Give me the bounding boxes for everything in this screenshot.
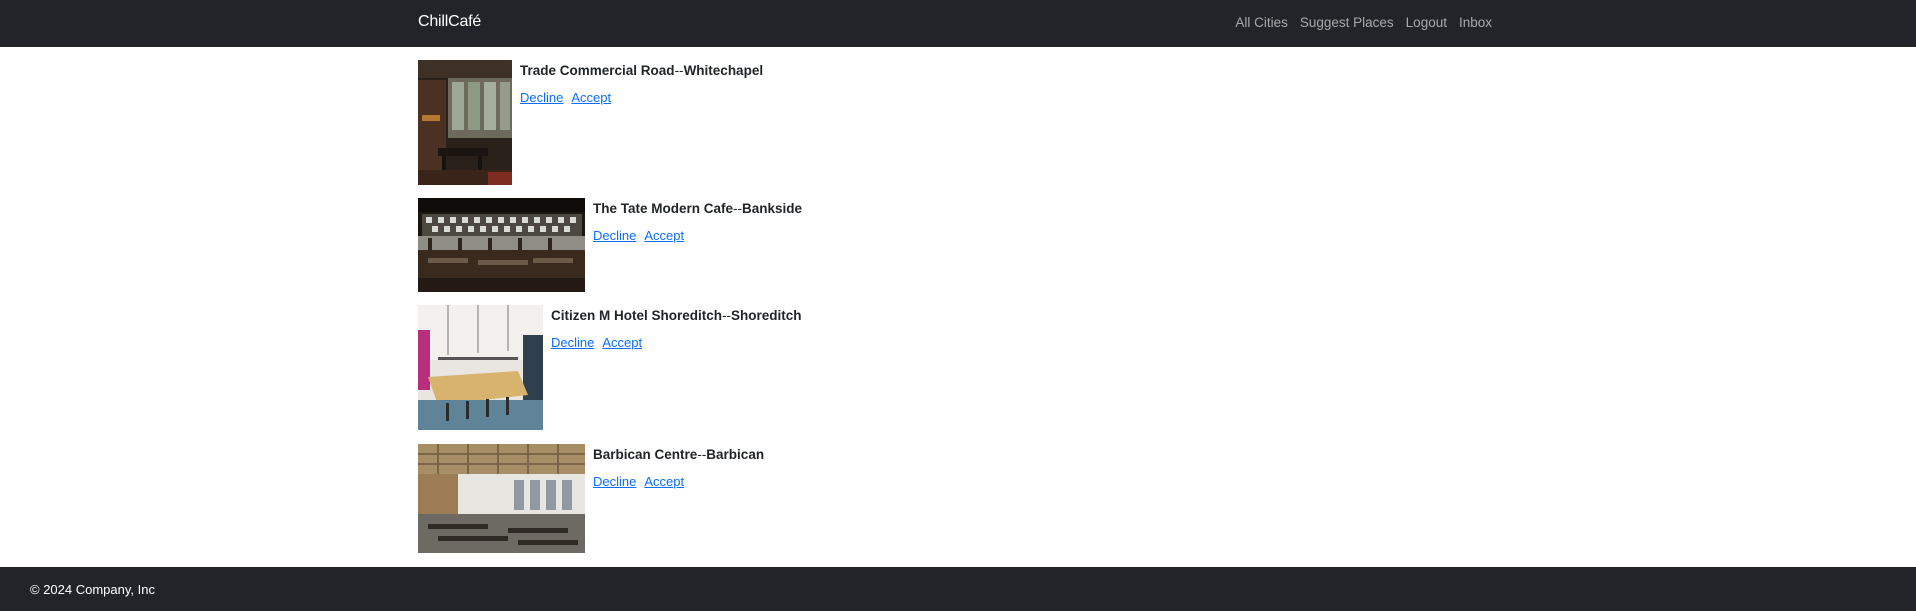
accept-link[interactable]: Accept [644,228,684,243]
nav-all-cities[interactable]: All Cities [1235,15,1288,30]
place-area: Bankside [742,201,803,216]
nav-links: All Cities Suggest Places Logout Inbox [1235,15,1492,30]
decline-link[interactable]: Decline [520,90,563,105]
place-item: Barbican Centre--Barbican Decline Accept [418,444,764,553]
place-name: Citizen M Hotel Shoreditch [551,308,723,323]
navbar: ChillCafé All Cities Suggest Places Logo… [0,0,1916,47]
place-info: Citizen M Hotel Shoreditch--Shoreditch D… [551,305,802,430]
place-title: The Tate Modern Cafe--Bankside [593,200,802,218]
place-separator: -- [722,308,732,323]
brand-link[interactable]: ChillCafé [418,13,481,31]
place-title: Trade Commercial Road--Whitechapel [520,62,763,80]
place-area: Shoreditch [731,308,802,323]
place-name: Trade Commercial Road [520,63,675,78]
place-actions: Decline Accept [593,228,802,243]
place-photo [418,305,543,430]
decline-link[interactable]: Decline [593,474,636,489]
place-info: The Tate Modern Cafe--Bankside Decline A… [593,198,802,292]
place-title: Citizen M Hotel Shoreditch--Shoreditch [551,307,802,325]
place-item: The Tate Modern Cafe--Bankside Decline A… [418,198,802,292]
place-photo [418,198,585,292]
nav-suggest-places[interactable]: Suggest Places [1300,15,1394,30]
place-actions: Decline Accept [551,335,802,350]
place-item: Citizen M Hotel Shoreditch--Shoreditch D… [418,305,802,430]
place-actions: Decline Accept [593,474,764,489]
place-info: Barbican Centre--Barbican Decline Accept [593,444,764,553]
place-separator: -- [674,63,684,78]
place-area: Whitechapel [683,63,764,78]
place-name: Barbican Centre [593,447,698,462]
place-actions: Decline Accept [520,90,763,105]
nav-inbox[interactable]: Inbox [1459,15,1492,30]
accept-link[interactable]: Accept [571,90,611,105]
decline-link[interactable]: Decline [593,228,636,243]
place-photo [418,60,512,185]
footer: © 2024 Company, Inc [0,567,1916,611]
place-separator: -- [697,447,707,462]
accept-link[interactable]: Accept [602,335,642,350]
place-separator: -- [733,201,743,216]
copyright-text: © 2024 Company, Inc [30,582,155,597]
place-item: Trade Commercial Road--Whitechapel Decli… [418,60,763,185]
place-title: Barbican Centre--Barbican [593,446,764,464]
place-name: The Tate Modern Cafe [593,201,734,216]
decline-link[interactable]: Decline [551,335,594,350]
place-area: Barbican [706,447,765,462]
accept-link[interactable]: Accept [644,474,684,489]
nav-logout[interactable]: Logout [1406,15,1447,30]
place-info: Trade Commercial Road--Whitechapel Decli… [520,60,763,185]
place-photo [418,444,585,553]
